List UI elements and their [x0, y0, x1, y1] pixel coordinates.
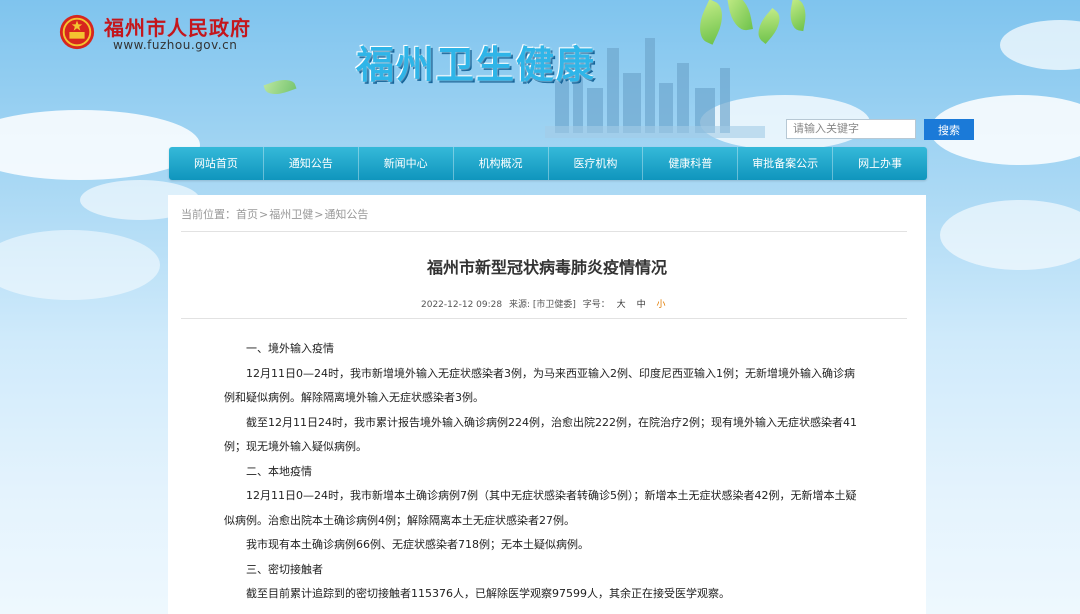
gov-url[interactable]: www.fuzhou.gov.cn — [113, 38, 237, 52]
article-title: 福州市新型冠状病毒肺炎疫情情况 — [426, 258, 667, 277]
nav-item-hospitals[interactable]: 医疗机构 — [549, 147, 644, 180]
font-size-large-button[interactable]: 大 — [617, 300, 626, 310]
nav-item-online-services[interactable]: 网上办事 — [833, 147, 927, 180]
breadcrumb-separator: > — [314, 208, 324, 221]
breadcrumb-link-fuzhou-health[interactable]: 福州卫健 — [269, 208, 313, 221]
section-heading: 二、本地疫情 — [246, 464, 312, 478]
section-heading: 一、境外输入疫情 — [246, 342, 334, 355]
nav-item-home[interactable]: 网站首页 — [169, 147, 264, 180]
article-paragraph: 截至目前累计追踪到的密切接触者115376人，已解除医学观察97599人，其余正… — [246, 587, 730, 600]
article-date: 2022-12-12 09:28 — [421, 300, 503, 310]
breadcrumb-separator: > — [259, 208, 269, 221]
nav-item-notices[interactable]: 通知公告 — [264, 147, 359, 180]
article-paragraph: 12月11日0—24时，我市新增本土确诊病例7例（其中无症状感染者转确诊5例）；… — [224, 489, 857, 527]
article-body: 一、境外输入疫情 12月11日0—24时，我市新增境外输入无症状感染者3例，为马… — [224, 337, 860, 607]
section-heading: 三、密切接触者 — [246, 562, 323, 576]
font-size-small-button[interactable]: 小 — [656, 300, 665, 310]
divider — [181, 318, 907, 319]
site-title[interactable]: 福州卫生健康 — [356, 34, 596, 89]
nav-item-health-education[interactable]: 健康科普 — [643, 147, 739, 180]
font-size-medium-button[interactable]: 中 — [637, 300, 646, 310]
search-input[interactable] — [786, 119, 916, 139]
breadcrumb-prefix: 当前位置： — [181, 208, 236, 221]
breadcrumb: 当前位置：首页>福州卫健>通知公告 — [181, 206, 368, 222]
breadcrumb-link-home[interactable]: 首页 — [236, 208, 258, 221]
article-source: 来源: [市卫健委] — [508, 300, 576, 310]
main-nav: 网站首页 通知公告 新闻中心 机构概况 医疗机构 健康科普 审批备案公示 网上办… — [169, 147, 927, 180]
article-paragraph: 我市现有本土确诊病例66例、无症状感染者718例；无本土疑似病例。 — [246, 538, 589, 551]
gov-name[interactable]: 福州市人民政府 — [104, 12, 251, 41]
article-meta: 2022-12-12 09:28 来源: [市卫健委] 字号： 大 中 小 — [421, 297, 669, 310]
cloud-decoration — [0, 230, 160, 300]
article-paragraph: 12月11日0—24时，我市新增境外输入无症状感染者3例，为马来西亚输入2例、印… — [224, 366, 855, 405]
search-button[interactable]: 搜索 — [924, 119, 974, 140]
nav-item-about[interactable]: 机构概况 — [454, 147, 549, 180]
breadcrumb-link-notices[interactable]: 通知公告 — [324, 208, 368, 221]
cloud-decoration — [940, 200, 1080, 270]
article-paragraph: 截至12月11日24时，我市累计报告境外输入确诊病例224例，治愈出院222例，… — [224, 415, 857, 454]
nav-item-approvals[interactable]: 审批备案公示 — [738, 147, 834, 180]
site-header: 福州市人民政府 www.fuzhou.gov.cn 福州卫生健康 — [0, 0, 1080, 145]
national-emblem-icon — [59, 14, 95, 50]
divider — [181, 231, 907, 232]
font-size-label: 字号： — [582, 300, 610, 310]
nav-item-news[interactable]: 新闻中心 — [359, 147, 454, 180]
content-panel: 当前位置：首页>福州卫健>通知公告 福州市新型冠状病毒肺炎疫情情况 2022-1… — [168, 195, 926, 614]
